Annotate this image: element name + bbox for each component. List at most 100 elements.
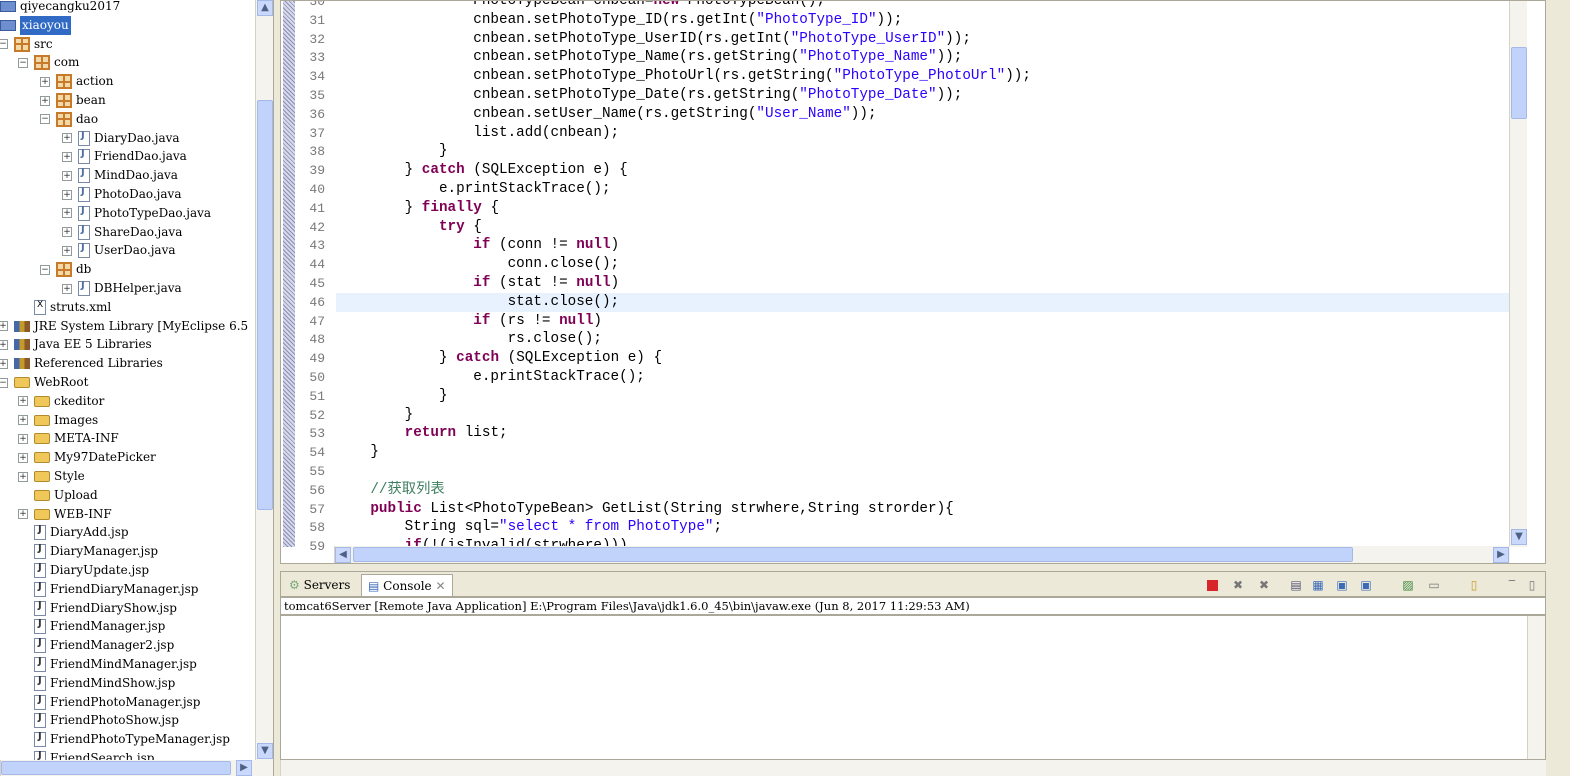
tree-item[interactable]: xiaoyou — [0, 15, 71, 35]
code-line[interactable]: if (conn != null) — [336, 236, 1511, 255]
view-menu-icon[interactable]: ▯ — [1467, 578, 1481, 592]
tree-item[interactable]: + My97DatePicker — [18, 448, 156, 467]
expand-icon[interactable]: + — [18, 452, 28, 463]
code-line[interactable]: if (rs != null) — [336, 312, 1511, 331]
scroll-thumb[interactable] — [257, 100, 273, 510]
tree-horizontal-scrollbar[interactable]: ▶ — [0, 760, 273, 776]
tree-item[interactable]: + WEB-INF — [18, 505, 112, 524]
code-line[interactable]: cnbean.setPhotoType_Date(rs.getString("P… — [336, 86, 1511, 105]
tree-item[interactable]: +Upload — [18, 486, 98, 505]
close-icon[interactable]: ✕ — [435, 579, 445, 593]
tree-item[interactable]: + MindDao.java — [62, 166, 178, 185]
code-line[interactable]: cnbean.setPhotoType_ID(rs.getInt("PhotoT… — [336, 11, 1511, 30]
scroll-thumb[interactable] — [1, 761, 231, 775]
code-line[interactable]: //获取列表 — [336, 481, 1511, 500]
code-line[interactable]: e.printStackTrace(); — [336, 368, 1511, 387]
code-line[interactable]: stat.close(); — [336, 292, 1511, 312]
tree-item[interactable]: +FriendMindManager.jsp — [18, 655, 197, 674]
pin-console-icon[interactable]: ▣ — [1335, 578, 1349, 592]
scroll-down-button[interactable]: ▼ — [1511, 529, 1527, 545]
tree-item[interactable]: + Referenced Libraries — [0, 354, 163, 373]
tree-item[interactable]: +FriendPhotoShow.jsp — [18, 711, 179, 730]
collapse-icon[interactable]: − — [0, 39, 8, 50]
code-line[interactable]: list.add(cnbean); — [336, 124, 1511, 143]
scroll-right-button[interactable]: ▶ — [1493, 547, 1509, 563]
tree-item[interactable]: + JRE System Library [MyEclipse 6.5 — [0, 317, 248, 336]
code-line[interactable]: } — [336, 142, 1511, 161]
tree-item[interactable]: +FriendMindShow.jsp — [18, 674, 175, 693]
code-line[interactable]: cnbean.setUser_Name(rs.getString("User_N… — [336, 105, 1511, 124]
tree-item[interactable]: +struts.xml — [18, 298, 111, 317]
code-line[interactable]: } — [336, 406, 1511, 425]
expand-icon[interactable]: + — [40, 95, 50, 106]
expand-icon[interactable]: + — [62, 283, 72, 294]
remove-launch-icon[interactable]: ✖ — [1231, 578, 1245, 592]
code-line[interactable]: e.printStackTrace(); — [336, 180, 1511, 199]
expand-icon[interactable]: + — [62, 170, 72, 181]
tree-item[interactable]: +FriendDiaryManager.jsp — [18, 580, 198, 599]
tab-servers[interactable]: ⚙ Servers — [283, 574, 356, 596]
tree-item[interactable]: +FriendManager2.jsp — [18, 636, 174, 655]
scroll-right-button[interactable]: ▶ — [236, 760, 252, 776]
console-output[interactable] — [280, 615, 1546, 760]
tree-item[interactable]: − dao — [40, 110, 98, 129]
tree-item[interactable]: + Images — [18, 411, 98, 430]
expand-icon[interactable]: + — [62, 133, 72, 144]
console-horizontal-scrollbar[interactable] — [280, 760, 1546, 776]
tree-item[interactable]: +FriendPhotoManager.jsp — [18, 693, 200, 712]
expand-icon[interactable]: + — [18, 471, 28, 482]
code-line[interactable]: rs.close(); — [336, 330, 1511, 349]
expand-icon[interactable]: + — [18, 509, 28, 520]
word-wrap-icon[interactable]: ▦ — [1311, 578, 1325, 592]
tree-item[interactable]: +FriendManager.jsp — [18, 617, 165, 636]
collapse-icon[interactable]: − — [40, 114, 50, 125]
code-line[interactable]: cnbean.setPhotoType_UserID(rs.getInt("Ph… — [336, 30, 1511, 49]
tab-console[interactable]: ▤ Console ✕ — [361, 574, 453, 596]
scroll-up-button[interactable]: ▲ — [257, 0, 273, 16]
tree-item[interactable]: + ckeditor — [18, 392, 104, 411]
tree-item[interactable]: − WebRoot — [0, 373, 88, 392]
code-line[interactable]: } finally { — [336, 199, 1511, 218]
code-line[interactable]: cnbean.setPhotoType_PhotoUrl(rs.getStrin… — [336, 67, 1511, 86]
tree-item[interactable]: + DBHelper.java — [62, 279, 182, 298]
expand-icon[interactable]: + — [40, 76, 50, 87]
expand-icon[interactable]: + — [62, 245, 72, 256]
terminate-icon[interactable] — [1207, 580, 1218, 591]
expand-icon[interactable]: + — [62, 208, 72, 219]
editor-horizontal-scrollbar[interactable]: ◀ ▶ — [334, 546, 1510, 563]
tree-item[interactable]: + DiaryDao.java — [62, 129, 180, 148]
tree-item[interactable]: + META-INF — [18, 429, 119, 448]
tree-item[interactable]: +DiaryAdd.jsp — [18, 523, 129, 542]
editor-vertical-scrollbar[interactable]: ▼ — [1509, 1, 1527, 547]
scroll-thumb[interactable] — [1511, 47, 1527, 119]
scroll-left-button[interactable]: ◀ — [335, 547, 351, 563]
tree-item[interactable]: − com — [18, 53, 79, 72]
code-line[interactable]: public List<PhotoTypeBean> GetList(Strin… — [336, 500, 1511, 519]
tree-item[interactable]: +FriendPhotoTypeManager.jsp — [18, 730, 230, 749]
code-line[interactable]: } catch (SQLException e) { — [336, 161, 1511, 180]
expand-icon[interactable]: + — [0, 358, 8, 369]
expand-icon[interactable]: + — [18, 396, 28, 407]
expand-icon[interactable]: + — [18, 433, 28, 444]
tree-item[interactable]: − src — [0, 35, 53, 54]
code-line[interactable]: PhotoTypeBean cnbean=new PhotoTypeBean()… — [336, 1, 1511, 11]
tree-item[interactable]: + Style — [18, 467, 85, 486]
code-line[interactable]: cnbean.setPhotoType_Name(rs.getString("P… — [336, 48, 1511, 67]
open-console-icon[interactable]: ▭ — [1427, 578, 1441, 592]
code-line[interactable]: String sql="select * from PhotoType"; — [336, 518, 1511, 537]
expand-icon[interactable]: + — [18, 415, 28, 426]
code-line[interactable]: return list; — [336, 424, 1511, 443]
code-editor[interactable]: 30 31 32 33 34 35 36 37 38 39 40 41 42 43 44 45 46 47 48 49… — [280, 0, 1546, 564]
expand-icon[interactable]: + — [62, 189, 72, 200]
tree-item[interactable]: qiyecangku2017 — [0, 0, 120, 16]
maximize-icon[interactable]: ▯ — [1525, 578, 1539, 592]
tree-item[interactable]: + action — [40, 72, 114, 91]
collapse-icon[interactable]: − — [40, 264, 50, 275]
code-line[interactable]: try { — [336, 218, 1511, 237]
collapse-icon[interactable]: − — [0, 377, 8, 388]
code-line[interactable]: if (stat != null) — [336, 274, 1511, 293]
expand-icon[interactable]: + — [62, 227, 72, 238]
code-line[interactable]: conn.close(); — [336, 255, 1511, 274]
expand-icon[interactable]: + — [62, 151, 72, 162]
tree-item[interactable]: +DiaryUpdate.jsp — [18, 561, 149, 580]
